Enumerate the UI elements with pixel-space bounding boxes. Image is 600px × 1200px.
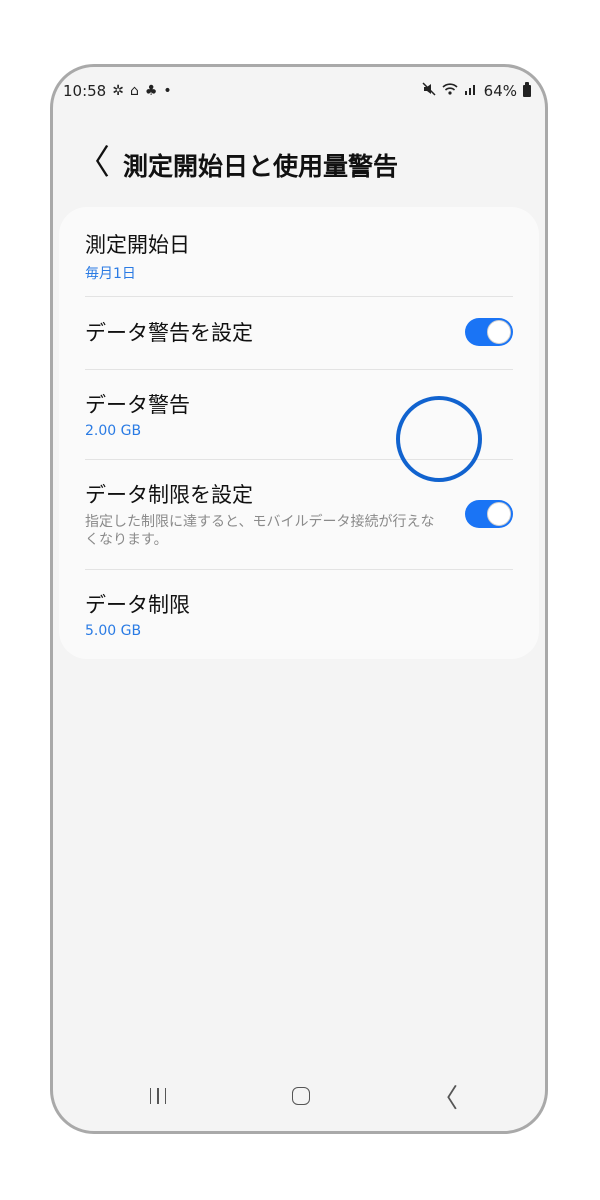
setting-value: 2.00 GB xyxy=(85,423,142,439)
divider xyxy=(85,296,513,297)
setting-title: データ警告 xyxy=(85,393,190,417)
notification-icon: ♣ xyxy=(144,83,158,99)
setting-value: 毎月1日 xyxy=(85,266,136,282)
navigation-bar: 〈 xyxy=(53,1071,545,1121)
switch-knob xyxy=(487,502,511,526)
setting-title: データ制限 xyxy=(85,593,190,617)
setting-row-data-warning[interactable]: データ警告 2.00 GB xyxy=(59,389,539,459)
nav-back-button[interactable]: 〈 xyxy=(425,1081,465,1114)
back-button[interactable]: 〈 xyxy=(76,143,110,183)
data-limit-switch[interactable] xyxy=(465,500,513,528)
setting-description: 指定した制限に達すると、モバイルデータ接続が行えなくなります。 xyxy=(85,514,435,548)
battery-icon xyxy=(523,82,531,97)
app-header: 〈 測定開始日と使用量警告 xyxy=(53,135,545,195)
setting-row-data-limit[interactable]: データ制限 5.00 GB xyxy=(59,589,539,659)
divider xyxy=(85,369,513,370)
setting-value: 5.00 GB xyxy=(85,623,142,639)
home-button[interactable] xyxy=(281,1081,321,1111)
battery-percent: 64% xyxy=(483,82,517,100)
notification-icon: ⌂ xyxy=(129,83,139,99)
divider xyxy=(85,569,513,570)
settings-card: 測定開始日 毎月1日 データ警告を設定 データ警告 2.00 GB データ制限を… xyxy=(59,207,539,659)
switch-knob xyxy=(487,320,511,344)
wifi-icon xyxy=(442,82,458,100)
data-warning-switch[interactable] xyxy=(465,318,513,346)
status-bar: 10:58 ✲ ⌂ ♣ • 64% xyxy=(53,79,545,103)
signal-icon xyxy=(464,82,478,100)
mute-icon xyxy=(422,82,436,100)
setting-title: 測定開始日 xyxy=(85,233,190,257)
notification-dot-icon: • xyxy=(163,83,172,99)
page-title: 測定開始日と使用量警告 xyxy=(123,152,399,181)
notification-icon: ✲ xyxy=(112,83,124,99)
recent-apps-button[interactable] xyxy=(138,1081,178,1111)
phone-frame: 10:58 ✲ ⌂ ♣ • 64% 〈 測定開始日と使用量警告 測定開始日 毎月… xyxy=(50,64,548,1134)
divider xyxy=(85,459,513,460)
status-time: 10:58 xyxy=(63,82,107,100)
setting-row-cycle-start[interactable]: 測定開始日 毎月1日 xyxy=(59,229,539,299)
